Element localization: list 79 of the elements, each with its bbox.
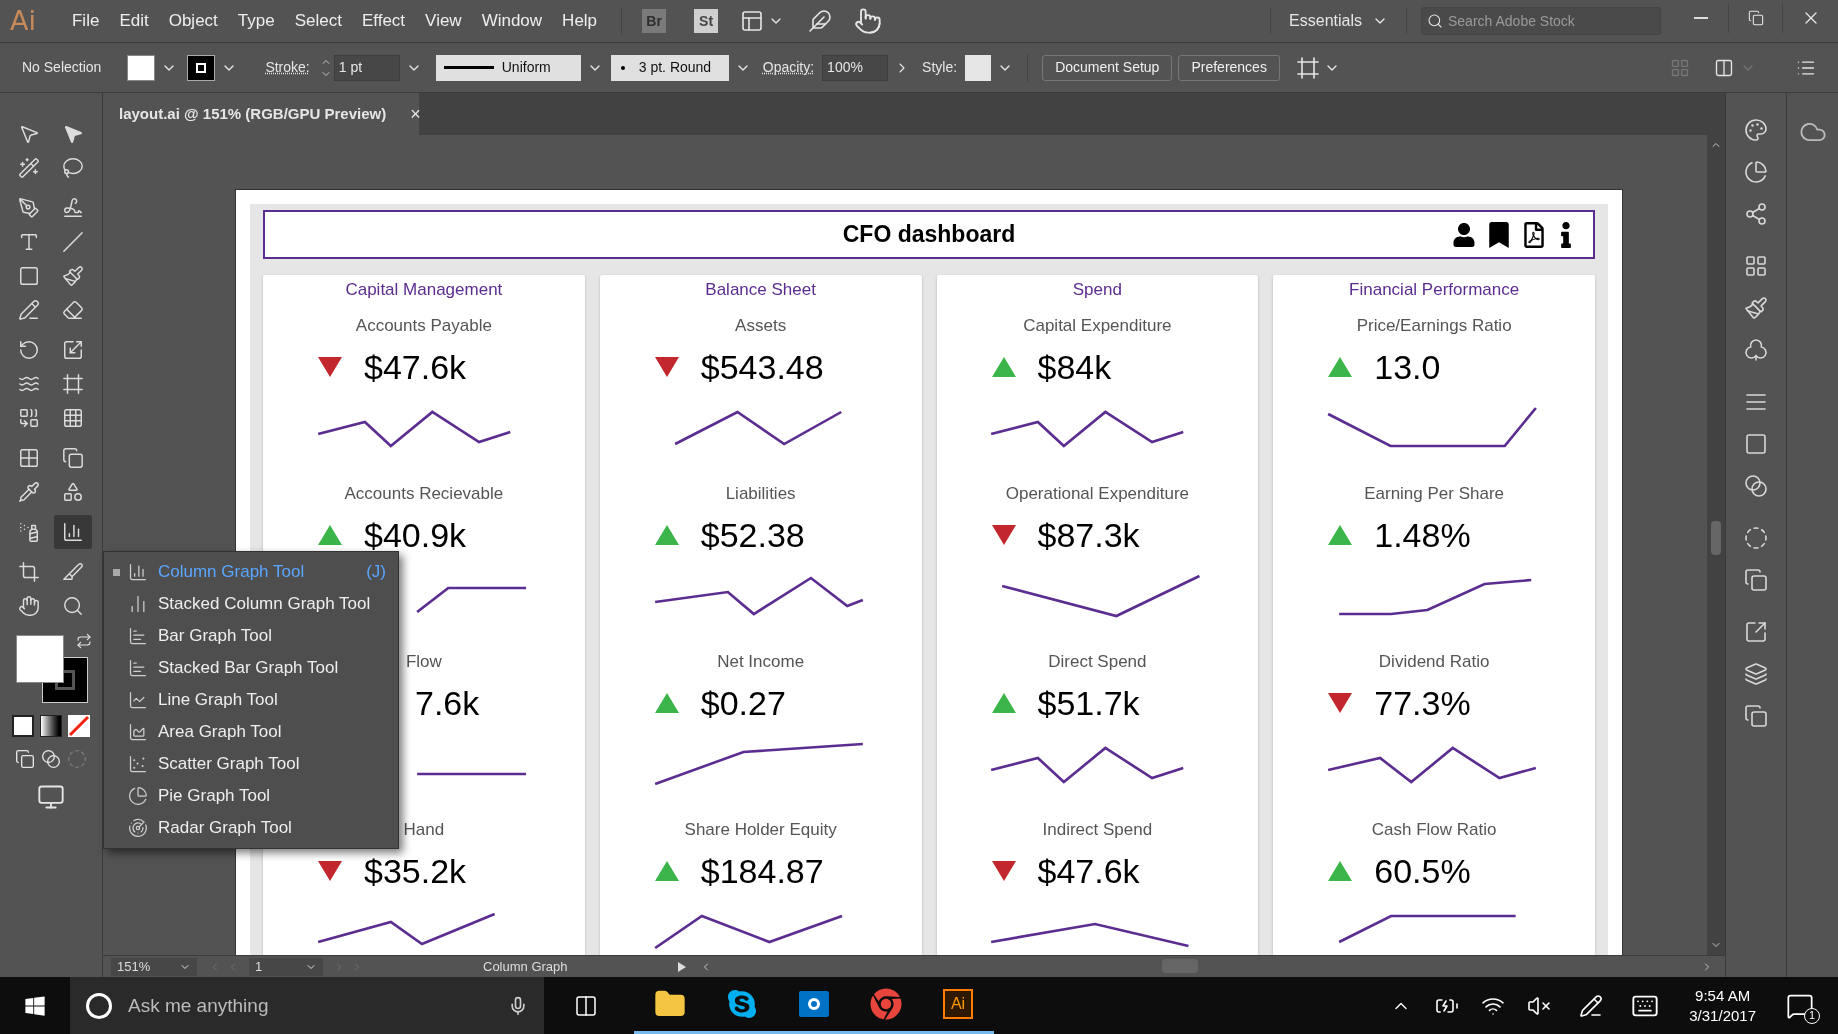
opacity-field[interactable]: 100% [822,54,889,81]
metric-value: $84k [1037,347,1112,388]
metric-value: 7.6k [415,683,480,724]
metric-label: Cash Flow Ratio [1371,819,1497,841]
metric-value: $40.9k [364,515,467,556]
flyout-menu-item[interactable]: Stacked Column Graph Tool [104,588,398,620]
card-title: Capital Management [345,279,503,301]
metric-value: $52.38 [700,515,805,556]
metric-label: Dividend Ratio [1378,651,1490,673]
menu-item[interactable]: View [415,3,472,39]
stroke-weight-field[interactable]: 1 pt [333,54,400,81]
stroke-profile-dropdown[interactable]: Uniform [435,54,581,81]
flyout-menu-item[interactable]: Stacked Bar Graph Tool [104,652,398,684]
workspace-switcher[interactable]: Essentials [1271,9,1406,33]
metric-value: 60.5% [1374,851,1471,892]
menu-item[interactable]: Object [158,3,228,39]
dashboard-title: CFO dashboard [842,220,1016,250]
card-title: Balance Sheet [705,279,816,301]
metric-label: Indirect Spend [1042,819,1153,841]
shortcut-label: (J) [366,561,386,584]
zoom-dropdown[interactable]: 151% [111,957,197,976]
metric-value: 13.0 [1374,347,1441,388]
style-label: Style: [922,58,958,77]
menu-item[interactable]: Select [284,3,352,39]
metric-label: Net Income [717,651,805,673]
menu-item[interactable]: Effect [351,3,416,39]
artboard-dropdown[interactable]: 1 [249,957,323,976]
metric-value: $47.6k [1037,851,1140,892]
card-title: Financial Performance [1349,279,1520,301]
metric-value: 1.48% [1374,515,1471,556]
metric-value: $543.48 [700,347,824,388]
taskbar-app-button[interactable]: Ai [922,977,994,1034]
metric-value: $51.7k [1037,683,1140,724]
stroke-label[interactable]: Stroke: [265,57,310,78]
search-field[interactable]: Search Adobe Stock [1421,7,1661,35]
metric-value: 77.3% [1374,683,1471,724]
menu-item[interactable]: Window [471,3,553,39]
metric-value: $0.27 [700,683,786,724]
menu-item[interactable]: Type [227,3,285,39]
flyout-menu-item[interactable]: Pie Graph Tool [104,780,398,812]
menu-item[interactable]: File [62,3,110,39]
metric-value: $47.6k [364,347,467,388]
app-logo: Ai [10,3,36,38]
metric-label: Capital Expenditure [1023,315,1172,337]
flyout-menu-item[interactable]: Radar Graph Tool [104,812,398,844]
metric-label: Earning Per Share [1364,483,1505,505]
metric-label: Accounts Payable [355,315,492,337]
clock[interactable]: 9:54 AM 3/31/2017 [1689,985,1756,1026]
current-tool-label: Column Graph [483,957,568,976]
metric-label: Price/Earnings Ratio [1356,315,1512,337]
document-tab[interactable]: layout.ai @ 151% (RGB/GPU Preview) × [103,93,419,135]
illustrator-app-icon: Ai [943,989,973,1019]
metric-label: Flow [405,651,442,673]
metric-value: $87.3k [1037,515,1140,556]
flyout-menu-item[interactable]: Bar Graph Tool [104,620,398,652]
menu-item[interactable]: Help [552,3,608,39]
toolbar-button[interactable]: Preferences [1178,54,1280,81]
metric-label: Assets [735,315,787,337]
opacity-label[interactable]: Opacity: [762,57,815,78]
flyout-menu-item[interactable]: Area Graph Tool [104,716,398,748]
toolbar-button[interactable]: Document Setup [1042,54,1173,81]
taskbar-search-field[interactable]: Ask me anything [70,977,544,1034]
metric-value: $184.87 [700,851,824,892]
metric-label: Accounts Recievable [344,483,504,505]
metric-label: Hand [403,819,445,841]
flyout-menu-item[interactable]: Scatter Graph Tool [104,748,398,780]
brush-dropdown[interactable]: 3 pt. Round [610,54,729,81]
menu-item[interactable]: Edit [109,3,159,39]
card-title: Spend [1072,279,1122,301]
metric-label: Liabilities [725,483,796,505]
metric-label: Direct Spend [1048,651,1147,673]
metric-label: Share Holder Equity [684,819,837,841]
stock-icon[interactable]: St [694,9,719,33]
tab-close-button[interactable]: × [410,100,421,128]
metric-value: $35.2k [364,851,467,892]
selection-label: No Selection [22,58,102,77]
metric-label: Operational Expenditure [1005,483,1190,505]
notification-count: 1 [1804,1007,1820,1024]
flyout-menu-item[interactable]: Line Graph Tool [104,684,398,716]
